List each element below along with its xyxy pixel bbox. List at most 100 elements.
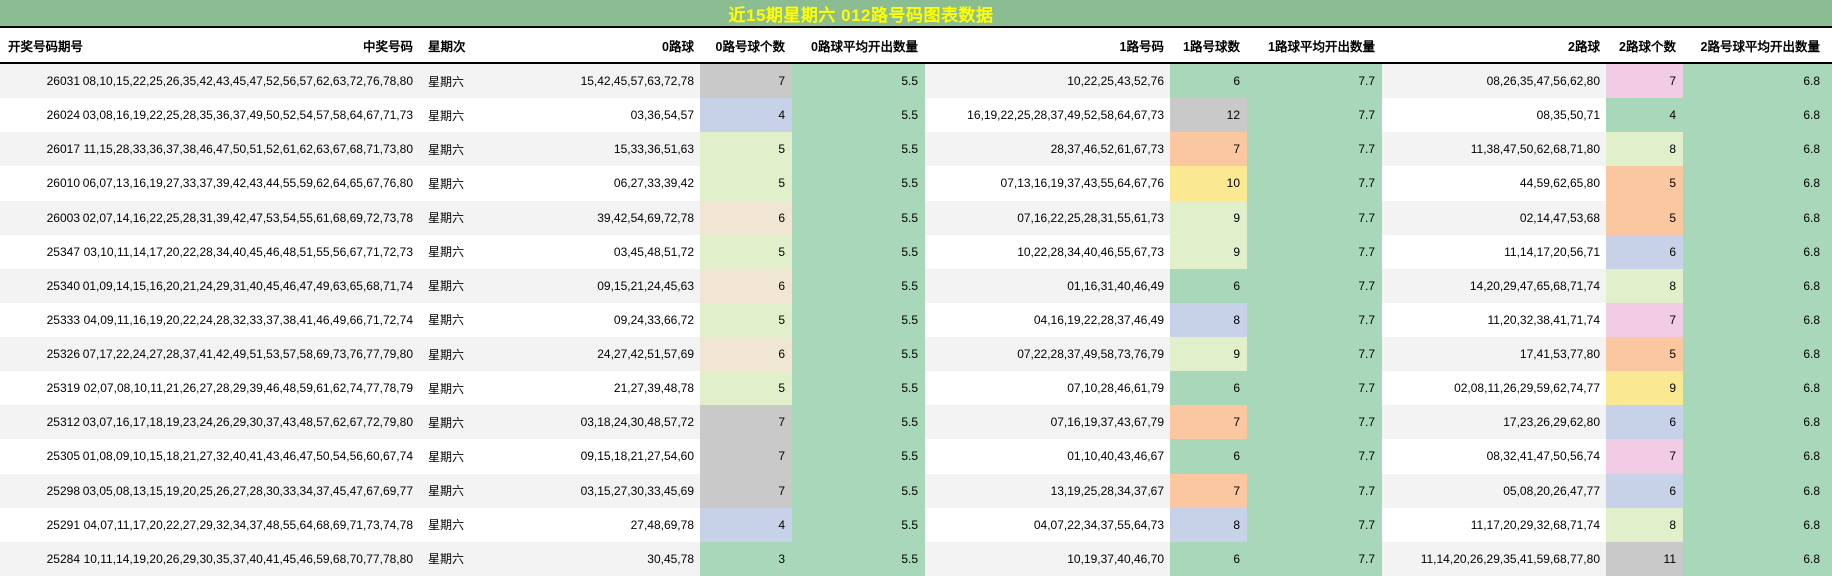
cell-winning-numbers: 07,17,22,24,27,28,37,41,42,49,51,53,57,5… — [82, 347, 413, 362]
cell-period: 25333 — [46, 312, 80, 327]
cell-road1-average: 7.7 — [1247, 405, 1382, 440]
cell-road2-count: 5 — [1606, 166, 1683, 201]
cell-period: 25340 — [46, 278, 80, 293]
cell-period: 26010 — [46, 176, 80, 191]
cell-road0-numbers: 03,45,48,51,72 — [613, 244, 694, 259]
table-row: 26024 03,08,16,19,22,25,28,35,36,37,49,5… — [0, 98, 1832, 133]
cell-road0-numbers: 21,27,39,48,78 — [613, 381, 694, 396]
cell-road0-numbers: 15,42,45,57,63,72,78 — [580, 74, 694, 89]
cell-road1-count: 9 — [1170, 337, 1247, 372]
title-bar: 近15期星期六 012路号码图表数据 — [0, 0, 1832, 28]
cell-weekday: 星期六 — [428, 211, 465, 226]
cell-road0-numbers: 24,27,42,51,57,69 — [597, 347, 694, 362]
cell-road2-count: 7 — [1606, 439, 1683, 474]
cell-winning-numbers: 01,09,14,15,16,20,21,24,29,31,40,45,46,4… — [82, 278, 413, 293]
cell-road2-count: 7 — [1606, 64, 1683, 99]
table-row: 25312 03,07,16,17,18,19,23,24,26,29,30,3… — [0, 405, 1832, 440]
cell-road1-numbers: 04,07,22,34,37,55,64,73 — [1033, 517, 1164, 532]
cell-winning-numbers: 02,07,08,10,11,21,26,27,28,29,39,46,48,5… — [83, 381, 413, 396]
cell-road1-numbers: 01,10,40,43,46,67 — [1067, 449, 1164, 464]
column-header-period: 开奖号码期号 — [8, 39, 84, 54]
cell-road1-average: 7.7 — [1247, 64, 1382, 99]
cell-road1-count: 6 — [1170, 268, 1247, 303]
cell-road2-count: 6 — [1606, 473, 1683, 508]
cell-road2-average: 6.8 — [1683, 302, 1832, 337]
cell-winning-numbers: 03,05,08,13,15,19,20,25,26,27,28,30,33,3… — [82, 483, 413, 498]
cell-road0-numbers: 06,27,33,39,42 — [613, 176, 694, 191]
cell-road0-average: 5.5 — [792, 371, 925, 406]
cell-road0-count: 7 — [700, 439, 792, 474]
cell-road0-average: 5.5 — [792, 200, 925, 235]
cell-period: 25347 — [46, 244, 80, 259]
column-header-weekday: 星期次 — [428, 39, 466, 54]
column-header-winning-numbers: 中奖号码 — [362, 39, 413, 54]
cell-road1-numbers: 10,22,28,34,40,46,55,67,73 — [1017, 244, 1164, 259]
table-row: 26003 02,07,14,16,22,25,28,31,39,42,47,5… — [0, 200, 1832, 235]
cell-road0-count: 5 — [700, 132, 792, 167]
cell-road1-count: 6 — [1170, 541, 1247, 576]
cell-road1-count: 8 — [1170, 507, 1247, 542]
column-header-road1-count: 1路号球数 — [1183, 39, 1240, 54]
cell-road0-average: 5.5 — [792, 98, 925, 133]
cell-road0-average: 5.5 — [792, 132, 925, 167]
cell-winning-numbers: 03,07,16,17,18,19,23,24,26,29,30,37,43,4… — [82, 415, 413, 430]
cell-winning-numbers: 11,15,28,33,36,37,38,46,47,50,51,52,61,6… — [83, 142, 413, 157]
cell-road0-count: 3 — [700, 541, 792, 576]
cell-road1-count: 9 — [1170, 234, 1247, 269]
table-row: 25284 10,11,14,19,20,26,29,30,35,37,40,4… — [0, 541, 1832, 576]
cell-winning-numbers: 02,07,14,16,22,25,28,31,39,42,47,53,54,5… — [82, 210, 413, 225]
cell-road0-count: 6 — [700, 337, 792, 372]
cell-road2-count: 6 — [1606, 234, 1683, 269]
cell-period: 26017 — [46, 142, 80, 157]
cell-weekday: 星期六 — [428, 279, 465, 294]
cell-road0-count: 5 — [700, 302, 792, 337]
column-header-road2-numbers: 2路球 — [1568, 39, 1600, 54]
cell-winning-numbers: 03,10,11,14,17,20,22,28,34,40,45,46,48,5… — [83, 244, 413, 259]
table-row: 25333 04,09,11,16,19,20,22,24,28,32,33,3… — [0, 302, 1832, 337]
table-row: 25340 01,09,14,15,16,20,21,24,29,31,40,4… — [0, 268, 1832, 303]
cell-road0-count: 4 — [700, 98, 792, 133]
cell-road1-numbers: 16,19,22,25,28,37,49,52,58,64,67,73 — [967, 108, 1164, 123]
cell-road0-numbers: 09,24,33,66,72 — [613, 312, 694, 327]
cell-road2-average: 6.8 — [1683, 64, 1832, 99]
cell-road0-count: 5 — [700, 371, 792, 406]
cell-road1-count: 10 — [1170, 166, 1247, 201]
cell-period: 26024 — [46, 108, 80, 123]
cell-road2-count: 7 — [1606, 302, 1683, 337]
cell-road2-numbers: 11,14,20,26,29,35,41,59,68,77,80 — [1420, 551, 1600, 566]
cell-road0-average: 5.5 — [792, 473, 925, 508]
cell-road0-average: 5.5 — [792, 337, 925, 372]
cell-road2-count: 9 — [1606, 371, 1683, 406]
table-body: 26031 08,10,15,22,25,26,35,42,43,45,47,5… — [0, 64, 1832, 576]
cell-road0-numbers: 30,45,78 — [647, 551, 694, 566]
cell-road2-numbers: 08,35,50,71 — [1536, 108, 1600, 123]
cell-road0-count: 6 — [700, 268, 792, 303]
cell-weekday: 星期六 — [428, 484, 465, 499]
cell-road2-count: 5 — [1606, 200, 1683, 235]
cell-road0-average: 5.5 — [792, 302, 925, 337]
cell-road2-numbers: 17,23,26,29,62,80 — [1503, 415, 1600, 430]
lottery-road-chart-page: 近15期星期六 012路号码图表数据 开奖号码期号 中奖号码 星期次 0路球 0… — [0, 0, 1832, 576]
cell-road0-count: 6 — [700, 200, 792, 235]
cell-road2-count: 8 — [1606, 132, 1683, 167]
cell-road1-numbers: 10,22,25,43,52,76 — [1067, 74, 1164, 89]
cell-weekday: 星期六 — [428, 108, 465, 123]
cell-road1-average: 7.7 — [1247, 507, 1382, 542]
cell-road2-average: 6.8 — [1683, 541, 1832, 576]
cell-weekday: 星期六 — [428, 176, 465, 191]
cell-road2-numbers: 11,38,47,50,62,68,71,80 — [1470, 142, 1600, 157]
cell-road1-count: 6 — [1170, 439, 1247, 474]
page-title: 近15期星期六 012路号码图表数据 — [728, 5, 994, 25]
cell-road1-count: 6 — [1170, 371, 1247, 406]
cell-road0-average: 5.5 — [792, 405, 925, 440]
cell-road2-count: 11 — [1606, 541, 1683, 576]
cell-road2-count: 4 — [1606, 98, 1683, 133]
cell-winning-numbers: 01,08,09,10,15,18,21,27,32,40,41,43,46,4… — [82, 449, 413, 464]
cell-road0-average: 5.5 — [792, 541, 925, 576]
cell-winning-numbers: 08,10,15,22,25,26,35,42,43,45,47,52,56,5… — [82, 74, 413, 89]
cell-road1-count: 7 — [1170, 405, 1247, 440]
cell-road2-count: 8 — [1606, 507, 1683, 542]
cell-road1-numbers: 07,10,28,46,61,79 — [1067, 381, 1164, 396]
column-header-road2-count: 2路球个数 — [1619, 39, 1676, 54]
cell-road2-average: 6.8 — [1683, 98, 1832, 133]
